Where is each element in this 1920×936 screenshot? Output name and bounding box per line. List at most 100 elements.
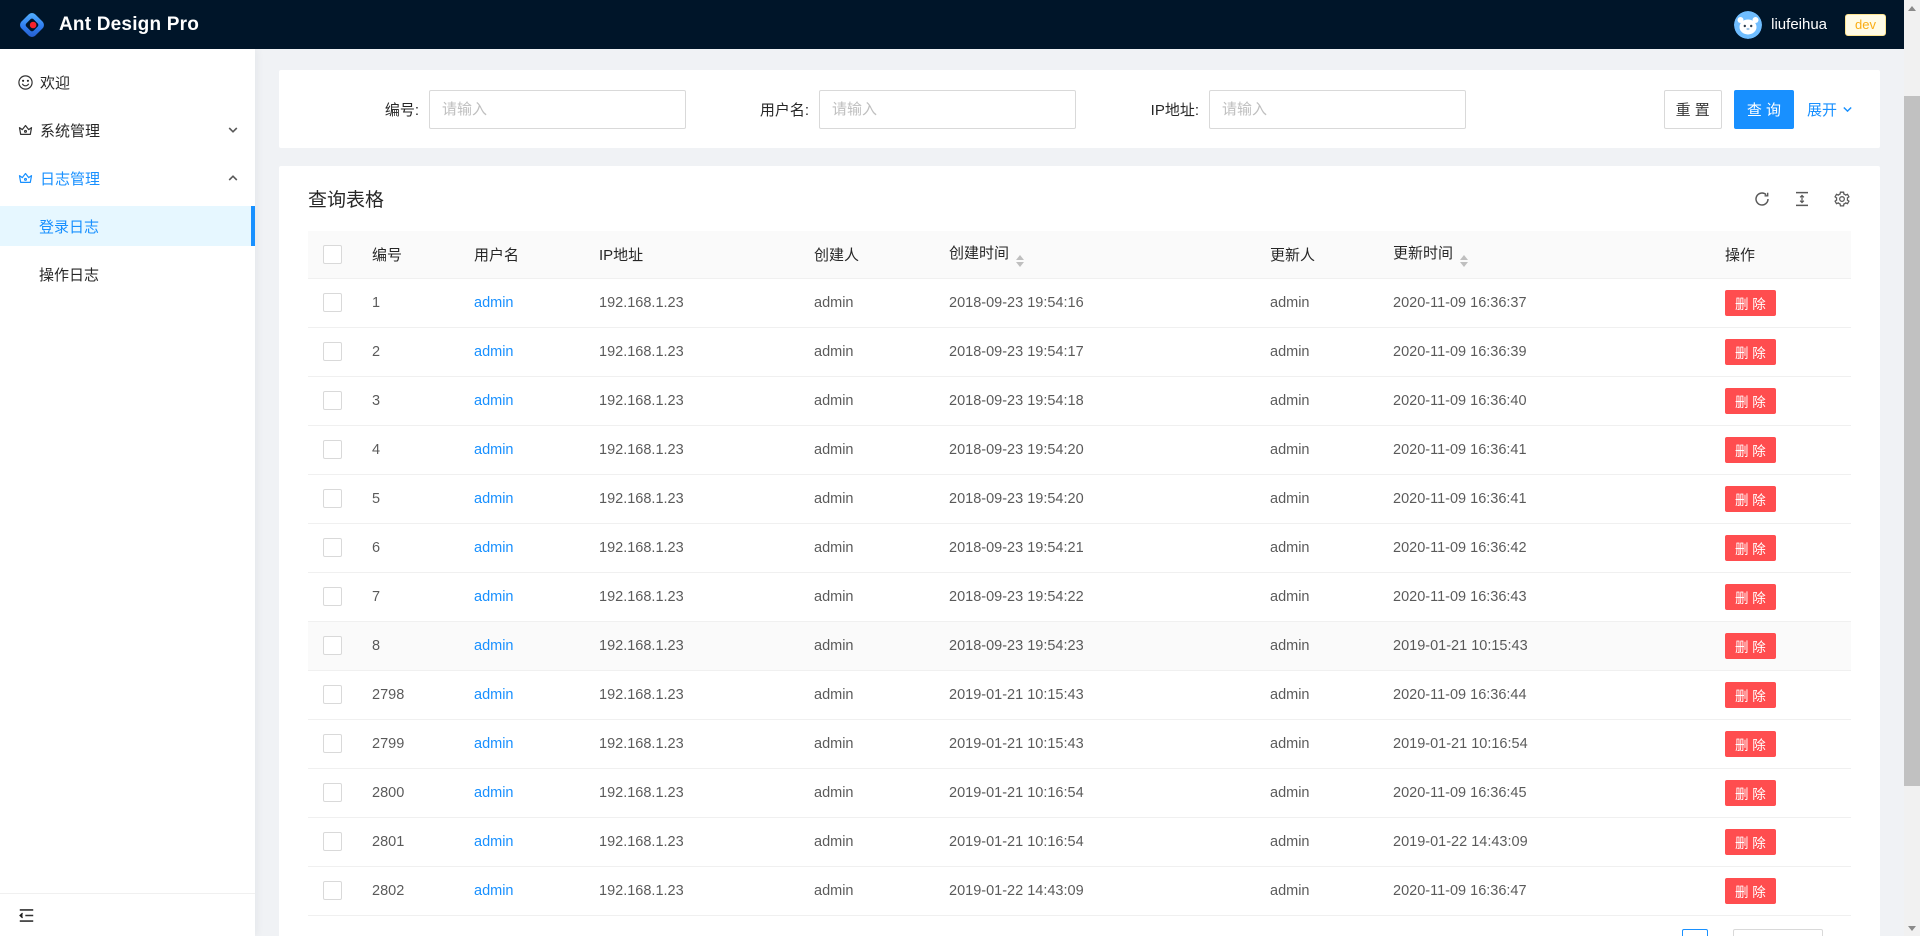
row-checkbox[interactable]	[323, 489, 342, 508]
row-checkbox[interactable]	[323, 783, 342, 802]
row-checkbox[interactable]	[323, 685, 342, 704]
table-card: 查询表格	[279, 166, 1880, 936]
cell-updater: admin	[1254, 670, 1377, 719]
username-input[interactable]	[819, 90, 1076, 129]
number-input[interactable]	[429, 90, 686, 129]
row-select-cell	[308, 719, 356, 768]
cell-ip: 192.168.1.23	[583, 327, 798, 376]
username-link[interactable]: admin	[474, 785, 514, 801]
sidebar-item-欢迎[interactable]: 欢迎	[0, 62, 255, 102]
sidebar-item-操作日志[interactable]: 操作日志	[0, 254, 255, 294]
row-checkbox[interactable]	[323, 342, 342, 361]
delete-button[interactable]: 删 除	[1725, 339, 1776, 365]
select-all-checkbox[interactable]	[323, 245, 342, 264]
sidebar-item-label: 日志管理	[40, 168, 100, 189]
cell-updated_at: 2020-11-09 16:36:45	[1377, 768, 1709, 817]
username-link[interactable]: admin	[474, 344, 514, 360]
cell-created_at: 2018-09-23 19:54:21	[933, 523, 1254, 572]
reload-icon[interactable]	[1753, 190, 1771, 208]
cell-creator: admin	[798, 327, 933, 376]
username-link[interactable]: admin	[474, 589, 514, 605]
row-checkbox[interactable]	[323, 391, 342, 410]
page-size-select[interactable]	[1733, 929, 1823, 936]
search-button[interactable]: 查 询	[1734, 90, 1794, 129]
cell-updater: admin	[1254, 719, 1377, 768]
row-checkbox[interactable]	[323, 636, 342, 655]
delete-button[interactable]: 删 除	[1725, 388, 1776, 414]
scrollbar-down-arrow[interactable]	[1904, 920, 1920, 936]
sidebar-item-登录日志[interactable]: 登录日志	[0, 206, 255, 246]
row-checkbox[interactable]	[323, 587, 342, 606]
username-link[interactable]: admin	[474, 540, 514, 556]
cell-ip: 192.168.1.23	[583, 278, 798, 327]
table-title: 查询表格	[308, 185, 384, 212]
delete-button[interactable]: 删 除	[1725, 290, 1776, 316]
row-checkbox[interactable]	[323, 832, 342, 851]
username-link[interactable]: admin	[474, 834, 514, 850]
row-select-cell	[308, 621, 356, 670]
username-link[interactable]: admin	[474, 687, 514, 703]
username-link[interactable]: admin	[474, 491, 514, 507]
username-link[interactable]: admin	[474, 442, 514, 458]
row-select-cell	[308, 670, 356, 719]
username-link[interactable]: admin	[474, 393, 514, 409]
row-checkbox[interactable]	[323, 440, 342, 459]
scrollbar-thumb[interactable]	[1904, 96, 1920, 786]
sort-asc-caret	[1460, 255, 1468, 260]
table-row: 5admin192.168.1.23admin2018-09-23 19:54:…	[308, 474, 1851, 523]
delete-button[interactable]: 删 除	[1725, 584, 1776, 610]
cell-creator: admin	[798, 278, 933, 327]
username-link[interactable]: admin	[474, 736, 514, 752]
username-link[interactable]: admin	[474, 883, 514, 899]
table-header-row: 编号用户名IP地址创建人创建时间更新人更新时间操作	[308, 231, 1851, 278]
delete-button[interactable]: 删 除	[1725, 731, 1776, 757]
row-select-cell	[308, 425, 356, 474]
delete-button[interactable]: 删 除	[1725, 780, 1776, 806]
column-header-updated_at[interactable]: 更新时间	[1377, 231, 1709, 278]
delete-button[interactable]: 删 除	[1725, 682, 1776, 708]
cell-created_at: 2018-09-23 19:54:18	[933, 376, 1254, 425]
cell-created_at: 2018-09-23 19:54:20	[933, 425, 1254, 474]
delete-button[interactable]: 删 除	[1725, 633, 1776, 659]
row-checkbox[interactable]	[323, 881, 342, 900]
setting-icon[interactable]	[1833, 190, 1851, 208]
username-link[interactable]: admin	[474, 638, 514, 654]
delete-button[interactable]: 删 除	[1725, 829, 1776, 855]
user-menu[interactable]: liufeihua	[1730, 11, 1831, 39]
cell-updater: admin	[1254, 621, 1377, 670]
scrollbar-up-arrow[interactable]	[1904, 0, 1920, 16]
sorter-icon[interactable]	[1016, 255, 1024, 267]
cell-ip: 192.168.1.23	[583, 866, 798, 915]
sidebar-item-label: 欢迎	[40, 72, 70, 93]
pagination	[308, 929, 1851, 936]
ip-input[interactable]	[1209, 90, 1466, 129]
row-checkbox[interactable]	[323, 734, 342, 753]
column-label: 更新时间	[1393, 245, 1453, 262]
cell-updater: admin	[1254, 866, 1377, 915]
vertical-scrollbar[interactable]	[1904, 0, 1920, 936]
sidebar-item-日志管理[interactable]: 日志管理	[0, 158, 255, 198]
column-height-icon[interactable]	[1793, 190, 1811, 208]
cell-username: admin	[458, 866, 583, 915]
table-row: 8admin192.168.1.23admin2018-09-23 19:54:…	[308, 621, 1851, 670]
column-header-created_at[interactable]: 创建时间	[933, 231, 1254, 278]
menu-fold-icon[interactable]	[17, 906, 36, 925]
cell-updater: admin	[1254, 327, 1377, 376]
sidebar-item-系统管理[interactable]: 系统管理	[0, 110, 255, 150]
delete-button[interactable]: 删 除	[1725, 535, 1776, 561]
row-select-cell	[308, 474, 356, 523]
cell-ip: 192.168.1.23	[583, 670, 798, 719]
delete-button[interactable]: 删 除	[1725, 486, 1776, 512]
cell-id: 4	[356, 425, 458, 474]
username-link[interactable]: admin	[474, 295, 514, 311]
sorter-icon[interactable]	[1460, 255, 1468, 267]
pagination-page-1[interactable]	[1682, 929, 1708, 936]
delete-button[interactable]: 删 除	[1725, 878, 1776, 904]
row-checkbox[interactable]	[323, 293, 342, 312]
expand-link[interactable]: 展开	[1807, 99, 1853, 120]
delete-button[interactable]: 删 除	[1725, 437, 1776, 463]
logo[interactable]: Ant Design Pro	[17, 10, 199, 40]
reset-button[interactable]: 重 置	[1664, 90, 1722, 129]
row-checkbox[interactable]	[323, 538, 342, 557]
username-label: 用户名:	[686, 99, 819, 120]
